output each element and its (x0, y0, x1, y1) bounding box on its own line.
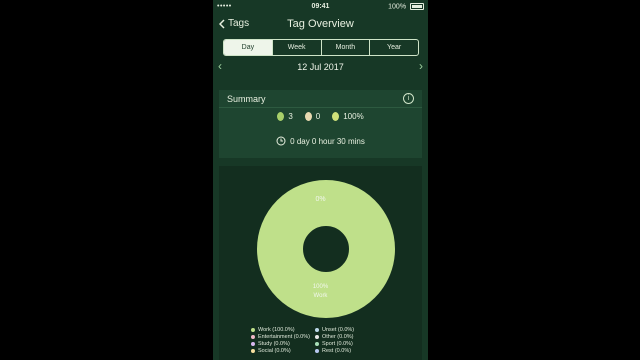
legend-label: Study (0.0%) (258, 341, 290, 347)
legend-item: Entertainment (0.0%) (251, 334, 315, 340)
legend-label: Rest (0.0%) (322, 348, 352, 354)
legend-item: Unset (0.0%) (315, 327, 405, 333)
date-navigator: ‹ 12 Jul 2017 › (213, 59, 428, 75)
summary-panel: Summary i 3 0 100% 0 day 0 hour 30 mins (219, 90, 422, 158)
pie-slice-work (257, 180, 395, 318)
legend-label: Unset (0.0%) (322, 327, 355, 333)
status-bar: ••••• 09:41 100% (213, 0, 428, 14)
segment-week[interactable]: Week (271, 40, 321, 55)
duration-value: 0 day 0 hour 30 mins (290, 136, 365, 146)
legend-swatch-icon (251, 342, 255, 346)
legend-swatch-icon (315, 328, 319, 332)
legend-label: Social (0.0%) (258, 348, 291, 354)
legend-swatch-icon (251, 335, 255, 339)
chart-main-name: Work (313, 293, 328, 299)
legend-label: Entertainment (0.0%) (258, 334, 310, 340)
chart-main-label: 100% Work (219, 283, 422, 301)
summary-header: Summary i (219, 90, 422, 108)
battery-icon (410, 3, 424, 10)
legend-swatch-icon (315, 342, 319, 346)
next-date-icon[interactable]: › (419, 59, 423, 73)
period-segmented-control: Day Week Month Year (223, 39, 419, 56)
count-completed: 3 (277, 112, 293, 121)
tag-chart-panel: 0% 100% Work Work (100.0%) Unset (0.0%) En… (219, 166, 422, 360)
count-completed-value: 3 (288, 112, 293, 121)
segment-month[interactable]: Month (320, 40, 370, 55)
status-right: 100% (388, 3, 424, 10)
count-success-rate: 100% (332, 112, 364, 121)
interrupted-tomato-icon (304, 112, 312, 121)
completed-tomato-icon (277, 112, 285, 121)
legend-label: Other (0.0%) (322, 334, 354, 340)
segment-day[interactable]: Day (224, 40, 272, 55)
clock-icon (276, 136, 286, 146)
page-title: Tag Overview (287, 18, 354, 30)
navigation-bar: Tags Tag Overview (213, 14, 428, 34)
legend-swatch-icon (315, 335, 319, 339)
legend-label: Sport (0.0%) (322, 341, 353, 347)
battery-percent: 100% (388, 3, 407, 11)
legend-swatch-icon (315, 349, 319, 353)
summary-title: Summary (227, 94, 266, 104)
total-duration: 0 day 0 hour 30 mins (219, 136, 422, 146)
legend-swatch-icon (251, 328, 255, 332)
count-interrupted: 0 (304, 112, 321, 121)
chart-top-label: 0% (315, 196, 326, 203)
legend-item: Rest (0.0%) (315, 348, 405, 354)
count-interrupted-value: 0 (315, 112, 321, 121)
legend-item: Study (0.0%) (251, 341, 315, 347)
legend-item: Social (0.0%) (251, 348, 315, 354)
info-icon[interactable]: i (403, 93, 414, 104)
segment-year[interactable]: Year (369, 40, 418, 55)
chart-legend: Work (100.0%) Unset (0.0%) Entertainment (… (251, 327, 421, 354)
chart-main-percent: 100% (312, 284, 329, 290)
legend-item: Sport (0.0%) (315, 341, 405, 347)
legend-item: Other (0.0%) (315, 334, 405, 340)
success-rate-icon (332, 112, 340, 121)
success-rate-value: 100% (343, 112, 364, 121)
summary-counts: 3 0 100% (219, 112, 422, 121)
current-date: 12 Jul 2017 (297, 62, 344, 72)
legend-label: Work (100.0%) (258, 327, 295, 333)
phone-screen: ••••• 09:41 100% Tags Tag Overview Day W… (213, 0, 428, 360)
legend-swatch-icon (251, 349, 255, 353)
legend-item: Work (100.0%) (251, 327, 315, 333)
